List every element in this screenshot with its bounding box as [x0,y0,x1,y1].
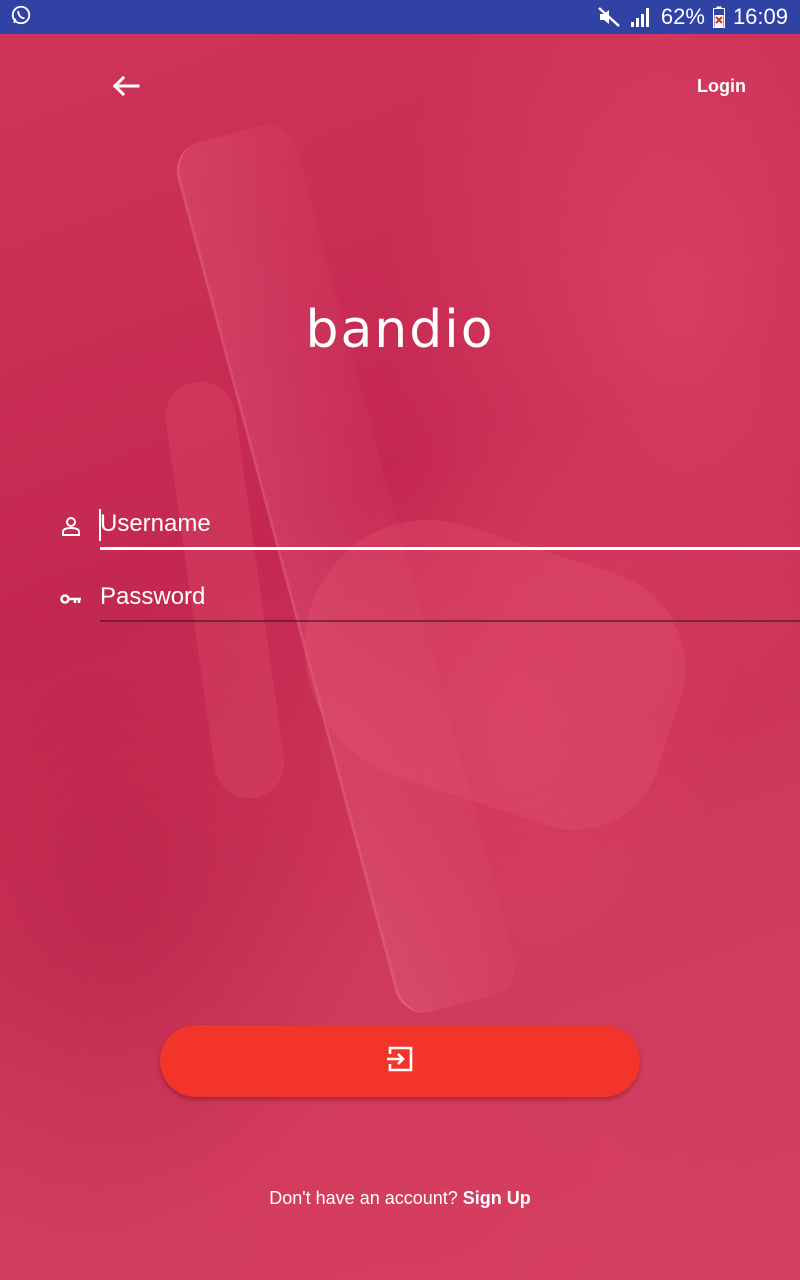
password-underline [100,620,800,622]
back-button[interactable] [102,68,150,108]
app-logo: bandio [305,300,495,360]
username-underline [100,547,800,550]
key-icon [58,586,84,612]
signup-prompt: Don't have an account? Sign Up [0,1188,800,1209]
mute-icon [597,6,621,28]
login-submit-button[interactable] [160,1025,640,1097]
username-input[interactable] [100,503,800,545]
status-right: 62% 16:09 [597,4,788,30]
signup-prompt-text: Don't have an account? [269,1188,458,1208]
login-enter-icon [386,1045,414,1078]
battery-percent: 62% [660,4,705,29]
whatsapp-icon [10,4,32,31]
status-left [10,4,32,31]
password-field [0,576,800,626]
status-bar: 62% 16:09 [0,0,800,34]
signal-icon [629,6,653,28]
login-screen: 62% 16:09 Login bandio Username Don't ha… [0,0,800,1280]
login-link[interactable]: Login [697,76,746,97]
text-caret [99,509,101,541]
arrow-left-icon [112,75,140,102]
person-icon [58,513,84,539]
password-input[interactable] [100,576,800,618]
clock: 16:09 [732,4,788,29]
signup-link[interactable]: Sign Up [463,1188,531,1208]
username-field [0,503,800,553]
battery-icon [712,6,725,28]
top-bar: Login [0,34,800,144]
